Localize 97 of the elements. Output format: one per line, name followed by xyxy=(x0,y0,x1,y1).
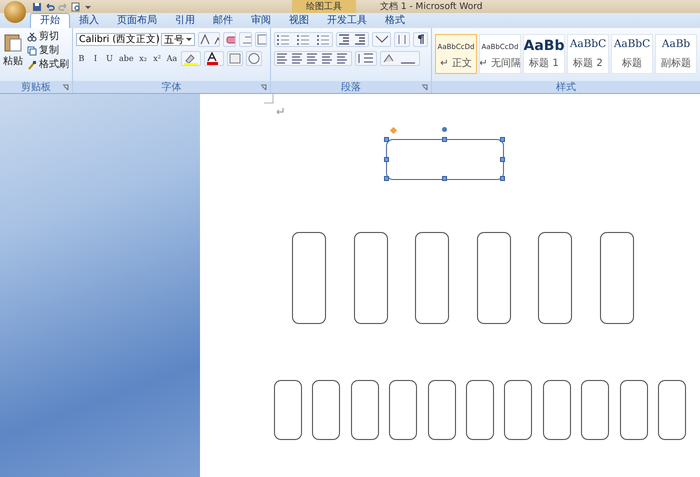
rounded-rectangle-shape[interactable] xyxy=(354,232,388,324)
dialog-launcher-icon[interactable] xyxy=(421,84,428,91)
style-preset[interactable]: AaBbC 标题 2 xyxy=(567,34,609,74)
group-label: 段落 xyxy=(341,80,361,94)
office-logo-icon[interactable] xyxy=(4,1,26,23)
alignment-icon[interactable] xyxy=(274,51,352,66)
style-sample-text: AaBb xyxy=(662,38,690,50)
format-button[interactable]: U xyxy=(104,52,115,65)
copy-icon xyxy=(27,46,37,56)
style-sample-text: AaBbC xyxy=(614,38,650,50)
ribbon-tab[interactable]: 引用 xyxy=(166,14,204,28)
line-spacing-icon[interactable] xyxy=(355,51,377,66)
group-label: 样式 xyxy=(556,80,576,94)
style-preset[interactable]: AaBb 副标题 xyxy=(655,34,697,74)
resize-handle-icon[interactable] xyxy=(500,156,505,162)
ribbon-tab[interactable]: 开发工具 xyxy=(318,14,376,28)
format-button[interactable]: x² xyxy=(152,52,163,65)
adjust-handle-icon[interactable] xyxy=(390,126,398,134)
rounded-rectangle-shape[interactable] xyxy=(415,232,450,324)
format-button[interactable]: abe xyxy=(118,52,135,65)
style-sample-text: AaBbC xyxy=(570,38,606,50)
format-button[interactable]: x₂ xyxy=(138,52,149,65)
font-color-icon[interactable] xyxy=(204,51,224,66)
scissors-icon xyxy=(27,32,37,42)
ribbon-tab[interactable]: 视图 xyxy=(280,14,318,28)
highlighter-icon[interactable] xyxy=(181,51,202,66)
ribbon-tab[interactable]: 页面布局 xyxy=(108,14,166,28)
rotate-handle-icon[interactable] xyxy=(442,127,447,132)
eraser-icon[interactable] xyxy=(222,32,236,47)
dialog-launcher-icon[interactable] xyxy=(62,84,69,91)
brush-icon xyxy=(27,60,37,70)
style-preset[interactable]: AaBbC 标题 xyxy=(611,34,653,74)
rounded-rectangle-shape[interactable] xyxy=(350,380,379,440)
character-border-icon[interactable] xyxy=(255,32,268,47)
clipboard-button[interactable]: 剪切 xyxy=(27,30,69,43)
rounded-rectangle-shape[interactable] xyxy=(428,380,456,440)
clipboard-button[interactable]: 复制 xyxy=(27,44,69,57)
rounded-rectangle-shape[interactable] xyxy=(581,380,610,440)
ribbon-tab[interactable]: 插入 xyxy=(70,14,108,28)
rounded-rectangle-shape[interactable] xyxy=(389,380,418,440)
sort-icon[interactable] xyxy=(394,32,410,47)
rounded-rectangle-shape[interactable] xyxy=(312,380,340,440)
resize-handle-icon[interactable] xyxy=(384,156,389,162)
clipboard-icon xyxy=(4,32,22,52)
paste-button[interactable]: 粘贴 xyxy=(3,30,23,81)
dialog-launcher-icon[interactable] xyxy=(260,84,267,91)
format-button[interactable]: B xyxy=(76,52,87,65)
window-title: 文档 1 - Microsoft Word xyxy=(380,0,483,13)
clipboard-button[interactable]: 格式刷 xyxy=(27,58,69,71)
resize-handle-icon[interactable] xyxy=(384,137,389,142)
resize-handle-icon[interactable] xyxy=(384,176,389,181)
indent-icon[interactable] xyxy=(336,32,369,47)
enclosed-character-icon[interactable] xyxy=(246,51,262,66)
print-preview-icon[interactable] xyxy=(71,2,81,12)
list-icon[interactable] xyxy=(274,32,334,47)
caret-icon xyxy=(186,36,192,42)
resize-handle-icon[interactable] xyxy=(442,176,447,181)
margin-corner-mark xyxy=(264,94,274,104)
style-name: 副标题 xyxy=(661,56,691,70)
rounded-rectangle-shape[interactable] xyxy=(466,380,494,440)
rounded-rectangle-shape[interactable] xyxy=(292,232,326,324)
style-name: 标题 xyxy=(622,56,642,70)
group-label: 剪贴板 xyxy=(21,80,51,94)
style-name: 标题 2 xyxy=(573,56,603,70)
context-tab-group-title: 绘图工具 xyxy=(292,0,356,13)
format-button[interactable]: Aa xyxy=(166,52,178,65)
format-button[interactable]: I xyxy=(90,52,101,65)
ribbon-tab[interactable]: 格式 xyxy=(376,14,414,28)
font-name-dropdown[interactable]: Calibri (西文正文) xyxy=(76,33,158,46)
character-shading-icon[interactable] xyxy=(227,51,244,66)
style-sample-text: AaBb xyxy=(524,38,564,54)
rounded-rectangle-shape[interactable] xyxy=(504,380,532,440)
font-size-dropdown[interactable]: 五号 xyxy=(161,33,195,46)
style-preset[interactable]: AaBb 标题 1 xyxy=(523,34,565,74)
font-size-buttons-icon[interactable] xyxy=(198,32,220,47)
rounded-rectangle-shape[interactable] xyxy=(600,232,634,324)
rounded-rectangle-shape[interactable] xyxy=(476,232,511,324)
style-name: 标题 1 xyxy=(529,56,559,70)
ribbon-tab[interactable]: 开始 xyxy=(30,13,70,28)
paragraph-mark-icon[interactable] xyxy=(412,32,428,47)
resize-handle-icon[interactable] xyxy=(500,176,505,181)
rounded-rectangle-shape[interactable] xyxy=(538,232,572,324)
ribbon-tab[interactable]: 邮件 xyxy=(204,14,242,28)
undo-icon[interactable] xyxy=(45,2,55,12)
style-name: ↵ 无间隔 xyxy=(480,57,520,70)
rounded-rectangle-shape[interactable] xyxy=(658,380,686,440)
rounded-rectangle-shape[interactable] xyxy=(620,380,648,440)
shading-border-icon[interactable] xyxy=(380,51,420,66)
rounded-rectangle-shape[interactable] xyxy=(274,380,302,440)
ribbon-tab[interactable]: 审阅 xyxy=(242,14,280,28)
save-icon[interactable] xyxy=(32,2,42,12)
group-label: 字体 xyxy=(162,80,182,94)
paragraph-mark-icon xyxy=(276,108,284,114)
resize-handle-icon[interactable] xyxy=(442,137,447,142)
resize-handle-icon[interactable] xyxy=(500,137,505,142)
style-name: ↵ 正文 xyxy=(440,56,472,70)
rounded-rectangle-shape[interactable] xyxy=(542,380,571,440)
